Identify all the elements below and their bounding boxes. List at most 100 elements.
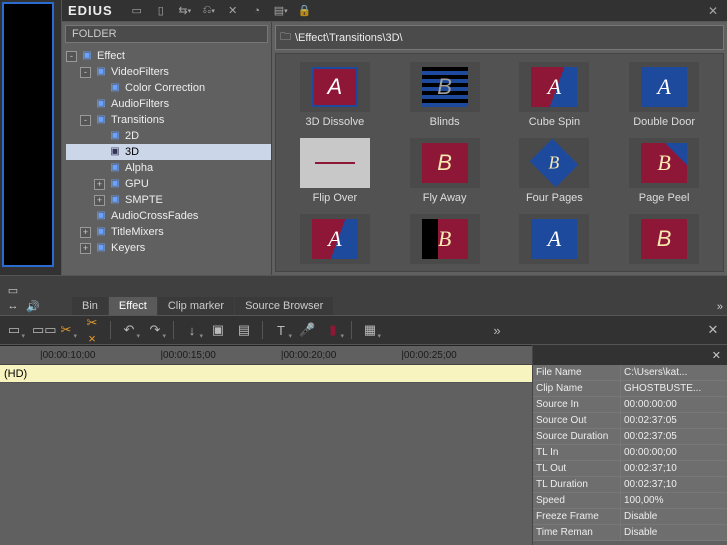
expand-icon[interactable] [94, 163, 105, 174]
tree-node-3d[interactable]: ▣3D [66, 144, 271, 160]
expand-icon[interactable] [94, 131, 105, 142]
ruler-tick: |00:00:20;00 [281, 350, 336, 361]
tree-node-videofilters[interactable]: -▣VideoFilters [66, 64, 271, 80]
info-close-icon[interactable]: ✕ [712, 349, 721, 362]
effect-thumb[interactable]: A [504, 214, 606, 264]
expand-icon[interactable]: + [94, 195, 105, 206]
calc-icon[interactable]: ▦▾ [362, 322, 378, 338]
tree-node-titlemixers[interactable]: +▣TitleMixers [66, 224, 271, 240]
folder-icon: ▣ [108, 160, 122, 176]
effect-thumb[interactable]: B [394, 214, 496, 264]
expand-icon[interactable]: + [80, 243, 91, 254]
undo-icon[interactable]: ↶▾ [121, 322, 137, 338]
expand-icon[interactable] [80, 211, 91, 222]
delete-icon[interactable]: ✕ [225, 3, 241, 19]
thumb-label: 3D Dissolve [306, 116, 365, 128]
arrow-left-icon[interactable]: ↔ [4, 299, 22, 313]
toolbar-more-icon[interactable]: » [489, 323, 505, 338]
time-ruler[interactable]: |00:00:10;00|00:00:15;00|00:00:20;00|00:… [0, 345, 532, 365]
prop-key: Source Duration [533, 429, 621, 444]
tab-effect[interactable]: Effect [109, 297, 157, 315]
mic-icon[interactable]: 🎤 [299, 322, 315, 338]
thumb-size-icon[interactable]: ▤▾ [273, 3, 289, 19]
expand-icon[interactable]: - [66, 51, 77, 62]
prop-key: TL Out [533, 461, 621, 476]
view-list-icon[interactable]: ▯ [153, 3, 169, 19]
redo-icon[interactable]: ↷▾ [147, 322, 163, 338]
tab-source-browser[interactable]: Source Browser [235, 297, 333, 315]
tree-node-audiofilters[interactable]: ▣AudioFilters [66, 96, 271, 112]
effect-thumb[interactable]: BPage Peel [613, 138, 715, 204]
timeline-icon[interactable]: ▭▾ [6, 322, 22, 338]
track-hd-label[interactable]: (HD) [0, 365, 532, 383]
effect-thumb[interactable]: A [284, 214, 386, 264]
razor-icon[interactable]: ✂× [84, 315, 100, 346]
effect-thumb[interactable]: B [613, 214, 715, 264]
prop-key: TL Duration [533, 477, 621, 492]
panel-tabs: BinEffectClip markerSource Browser [72, 295, 334, 315]
expand-icon[interactable] [94, 147, 105, 158]
render-icon[interactable]: ▮▾ [325, 322, 341, 338]
tree-label: AudioCrossFades [111, 208, 198, 224]
marker-icon[interactable]: ↓▾ [184, 323, 200, 338]
effect-thumb[interactable]: Flip Over [284, 138, 386, 204]
prop-key: Time Reman [533, 525, 621, 540]
thumbnail-area[interactable]: A3D DissolveBBlindsACube SpinADouble Doo… [275, 53, 724, 272]
expand-icon[interactable] [80, 99, 91, 110]
prop-row: Freeze FrameDisable [533, 509, 727, 525]
prop-value: 00:00:00;00 [621, 445, 727, 460]
tab-bin[interactable]: Bin [72, 297, 108, 315]
speaker-icon[interactable]: 🔊 [24, 299, 42, 313]
timeline-panel[interactable]: |00:00:10;00|00:00:15;00|00:00:20;00|00:… [0, 345, 533, 545]
effect-prop-icon[interactable]: ◔ [249, 3, 265, 19]
tree-node-smpte[interactable]: +▣SMPTE [66, 192, 271, 208]
tree-node-gpu[interactable]: +▣GPU [66, 176, 271, 192]
tab-clip-marker[interactable]: Clip marker [158, 297, 234, 315]
thumb-label: Blinds [430, 116, 460, 128]
timeline-tracks[interactable] [0, 383, 532, 545]
lock-toggle-icon[interactable]: ⎌▾ [201, 3, 217, 19]
tree-node-2d[interactable]: ▣2D [66, 128, 271, 144]
expand-icon[interactable]: + [80, 227, 91, 238]
lock-icon[interactable]: 🔒 [297, 3, 313, 19]
separator [110, 321, 111, 339]
tree-node-audiocrossfades[interactable]: ▣AudioCrossFades [66, 208, 271, 224]
new-seq-icon[interactable]: ▭▭ [32, 322, 48, 338]
effect-thumb[interactable]: ACube Spin [504, 62, 606, 128]
close-icon[interactable]: ✕ [705, 3, 721, 19]
panel-expand-icon[interactable]: » [717, 301, 723, 315]
effect-thumb[interactable]: BBlinds [394, 62, 496, 128]
view-folder-icon[interactable]: ▭ [129, 3, 145, 19]
folder-icon: ▣ [94, 240, 108, 256]
tree-toggle-icon[interactable]: ⇆▾ [177, 3, 193, 19]
expand-icon[interactable]: - [80, 67, 91, 78]
folder-tree[interactable]: -▣Effect-▣VideoFilters▣Color Correction▣… [62, 46, 271, 275]
prop-key: Source Out [533, 413, 621, 428]
tree-node-transitions[interactable]: -▣Transitions [66, 112, 271, 128]
expand-icon[interactable]: + [94, 179, 105, 190]
title-icon[interactable]: T▾ [273, 323, 289, 338]
tree-node-keyers[interactable]: +▣Keyers [66, 240, 271, 256]
tree-label: TitleMixers [111, 224, 164, 240]
panel-close-icon[interactable]: ✕ [705, 322, 721, 338]
layout-icon[interactable]: ▭ [4, 283, 22, 297]
tree-node-effect[interactable]: -▣Effect [66, 48, 271, 64]
prop-value: Disable [621, 509, 727, 524]
effect-thumb[interactable]: A3D Dissolve [284, 62, 386, 128]
effect-thumb[interactable]: BFly Away [394, 138, 496, 204]
effect-thumb[interactable]: ADouble Door [613, 62, 715, 128]
prop-key: Freeze Frame [533, 509, 621, 524]
layout-btn-icon[interactable]: ▣ [210, 322, 226, 338]
cut-icon[interactable]: ✂▾ [58, 322, 74, 338]
prop-row: Speed100,00% [533, 493, 727, 509]
tree-node-color-correction[interactable]: ▣Color Correction [66, 80, 271, 96]
expand-icon[interactable] [94, 83, 105, 94]
stack-icon[interactable]: ▤ [236, 322, 252, 338]
prop-value: 00:00:00:00 [621, 397, 727, 412]
separator [262, 321, 263, 339]
thumb-label: Four Pages [526, 192, 583, 204]
tree-node-alpha[interactable]: ▣Alpha [66, 160, 271, 176]
expand-icon[interactable]: - [80, 115, 91, 126]
tree-label: Transitions [111, 112, 164, 128]
effect-thumb[interactable]: BFour Pages [504, 138, 606, 204]
